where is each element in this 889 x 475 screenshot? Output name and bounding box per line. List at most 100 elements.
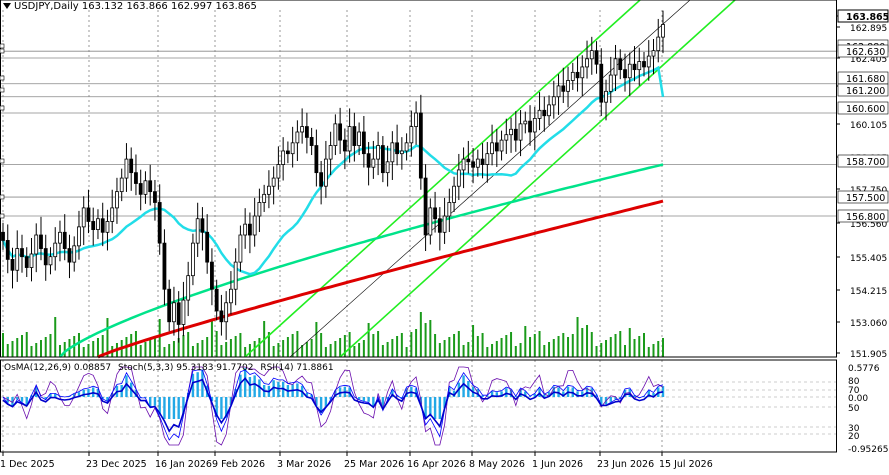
candle-body (233, 261, 238, 290)
candle-body (575, 71, 580, 79)
candle-body (328, 145, 333, 160)
candle-body (447, 202, 452, 217)
candle-body (442, 215, 447, 233)
time-label: 1 Dec 2025 (0, 459, 55, 470)
candle-body (172, 302, 176, 323)
time-label: 8 May 2026 (469, 459, 525, 470)
candle-body (366, 153, 371, 168)
candle-body (134, 172, 138, 184)
candle-body (456, 169, 461, 187)
candle-body (646, 55, 651, 68)
candle-body (323, 158, 328, 187)
candle-body (528, 120, 532, 133)
candle-body (39, 234, 43, 249)
candle-body (53, 242, 58, 258)
level-price-label: 160.600 (846, 104, 885, 115)
candle-body (100, 218, 105, 233)
candle-body (252, 215, 257, 236)
candle-body (537, 109, 542, 119)
level-marker (0, 213, 5, 219)
candle-body (110, 207, 115, 222)
candle-body (10, 259, 15, 271)
candle-body (627, 63, 632, 79)
candle-body (632, 63, 637, 71)
candle-body (551, 96, 556, 106)
candle-body (513, 128, 518, 141)
candle-body (77, 226, 81, 247)
candle-body (1, 231, 5, 241)
candle-body (347, 126, 352, 152)
chart-window[interactable]: 163.865162.895162.405161.200160.105158.9… (0, 0, 889, 471)
candle-body (661, 24, 665, 38)
candle-body (409, 126, 414, 144)
candle-body (618, 58, 623, 71)
level-marker (0, 43, 5, 49)
candle-body (466, 158, 471, 163)
candle-body (361, 131, 366, 155)
candle-body (518, 123, 523, 141)
time-label: 25 Mar 2026 (344, 459, 404, 470)
candle-body (91, 221, 96, 230)
candle-body (376, 145, 381, 160)
level-price-label: 156.800 (846, 212, 885, 223)
candle-body (309, 137, 314, 146)
level-price-label: 157.500 (846, 193, 885, 204)
candle-body (124, 158, 129, 179)
candle-body (637, 61, 642, 71)
indicator-axis-label: 0.5776 (848, 364, 880, 374)
symbol-menu-icon[interactable] (3, 3, 11, 9)
candle-body (561, 85, 566, 92)
time-label: 23 Jun 2026 (597, 459, 654, 470)
price-tick-label: 155.405 (850, 254, 887, 264)
candle-body (504, 134, 509, 141)
candle-body (86, 207, 91, 222)
candle-body (570, 71, 575, 81)
candle-body (604, 90, 608, 103)
candle-body (342, 139, 347, 152)
level-price-label: 161.200 (846, 86, 885, 97)
chart-canvas[interactable]: 163.865162.895162.405161.200160.105158.9… (0, 0, 889, 471)
candle-body (580, 66, 585, 79)
stoch-label: Stoch(5,3,3) 95.3183 91.7702 (118, 363, 254, 373)
candle-body (485, 153, 490, 165)
indicator-labels: OsMA(12,26,9) 0.08857 Stoch(5,3,3) 95.31… (4, 363, 338, 373)
candle-body (494, 142, 499, 152)
candle-body (81, 207, 86, 228)
price-tick-label: 154.215 (850, 287, 887, 297)
candle-body (480, 158, 485, 165)
candle-body (29, 253, 34, 268)
candle-body (153, 191, 157, 203)
candle-body (547, 104, 551, 117)
candle-body (162, 242, 167, 290)
candle-body (115, 191, 119, 209)
candle-body (24, 256, 29, 268)
symbol-label: USDJPY,Daily (14, 1, 79, 12)
candle-body (62, 231, 67, 249)
level-marker (0, 105, 5, 111)
candle-body (523, 120, 528, 125)
candle-body (423, 177, 428, 236)
rsi-label: RSI(14) 71.8861 (260, 363, 334, 373)
candle-body (532, 118, 537, 133)
candle-body (599, 63, 604, 103)
candle-body (138, 183, 143, 195)
candle-body (509, 128, 513, 136)
candle-body (167, 288, 172, 323)
candle-body (542, 109, 547, 117)
level-price-label: 161.680 (846, 74, 885, 85)
candle-body (58, 231, 62, 244)
candle-body (48, 256, 53, 266)
candle-body (119, 177, 124, 193)
candle-body (243, 223, 248, 236)
candle-body (613, 58, 618, 76)
candle-body (224, 302, 229, 323)
candle-body (34, 234, 39, 255)
candle-body (195, 218, 200, 244)
indicator-axis-label: -0.95265 (848, 445, 888, 455)
candle-body (471, 161, 475, 168)
chart-header: USDJPY,Daily 163.132 163.866 162.997 163… (14, 1, 257, 12)
candle-body (67, 248, 72, 263)
price-tick-label: 160.105 (850, 121, 887, 131)
indicator-axis-label: 0.00 (848, 394, 868, 404)
indicator-axis-label: 50 (848, 404, 860, 414)
